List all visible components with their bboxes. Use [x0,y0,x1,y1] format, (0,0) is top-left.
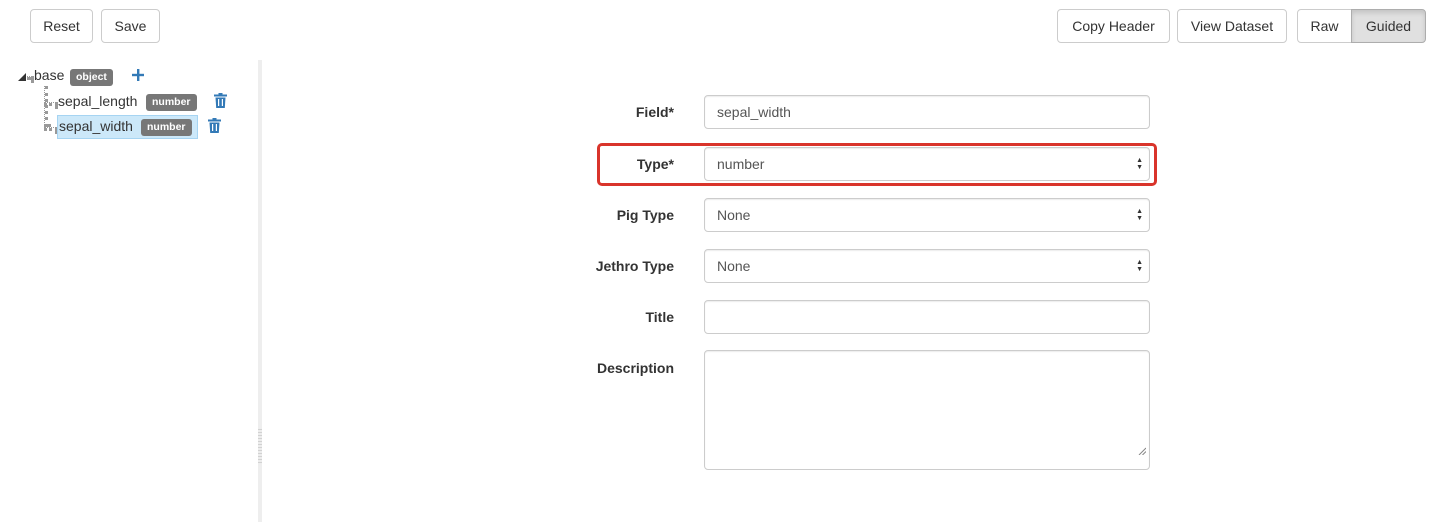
expand-icon[interactable] [17,69,27,81]
tree-connector [44,86,48,127]
pig-type-select-value: None [717,207,751,223]
trash-icon[interactable] [208,118,221,133]
tree-connector [27,76,34,80]
title-label: Title [645,309,674,325]
tree-connector [44,102,58,106]
title-input[interactable] [704,300,1150,334]
pig-type-select[interactable]: None ▲ ▼ [704,198,1150,232]
reset-button[interactable]: Reset [30,9,93,43]
tree-node-base[interactable]: base [34,67,64,83]
copy-header-button[interactable]: Copy Header [1057,9,1170,43]
type-badge-number: number [146,94,197,111]
jethro-type-select-value: None [717,258,751,274]
trash-icon[interactable] [214,93,227,108]
tree-connector [44,127,58,131]
pig-type-label: Pig Type [616,207,674,223]
type-highlight-box [597,143,1157,186]
save-button[interactable]: Save [101,9,160,43]
guided-mode-button[interactable]: Guided [1351,9,1426,43]
description-label: Description [596,360,674,376]
type-badge-object: object [70,69,113,86]
description-textarea[interactable] [704,350,1150,470]
field-input[interactable]: sepal_width [704,95,1150,129]
tree-node-sepal-width[interactable]: sepal_width [59,118,133,134]
resize-grip-icon[interactable] [1138,434,1147,466]
select-arrows-icon: ▲ ▼ [1136,259,1143,273]
jethro-type-label: Jethro Type [595,258,674,274]
add-icon[interactable] [131,68,145,82]
view-dataset-button[interactable]: View Dataset [1177,9,1287,43]
jethro-type-select[interactable]: None ▲ ▼ [704,249,1150,283]
tree-node-sepal-length[interactable]: sepal_length [58,93,137,109]
type-badge-number: number [141,119,192,136]
raw-mode-button[interactable]: Raw [1297,9,1352,43]
splitter-grip-icon[interactable] [258,428,262,464]
select-arrows-icon: ▲ ▼ [1136,208,1143,222]
field-label: Field* [635,104,674,120]
